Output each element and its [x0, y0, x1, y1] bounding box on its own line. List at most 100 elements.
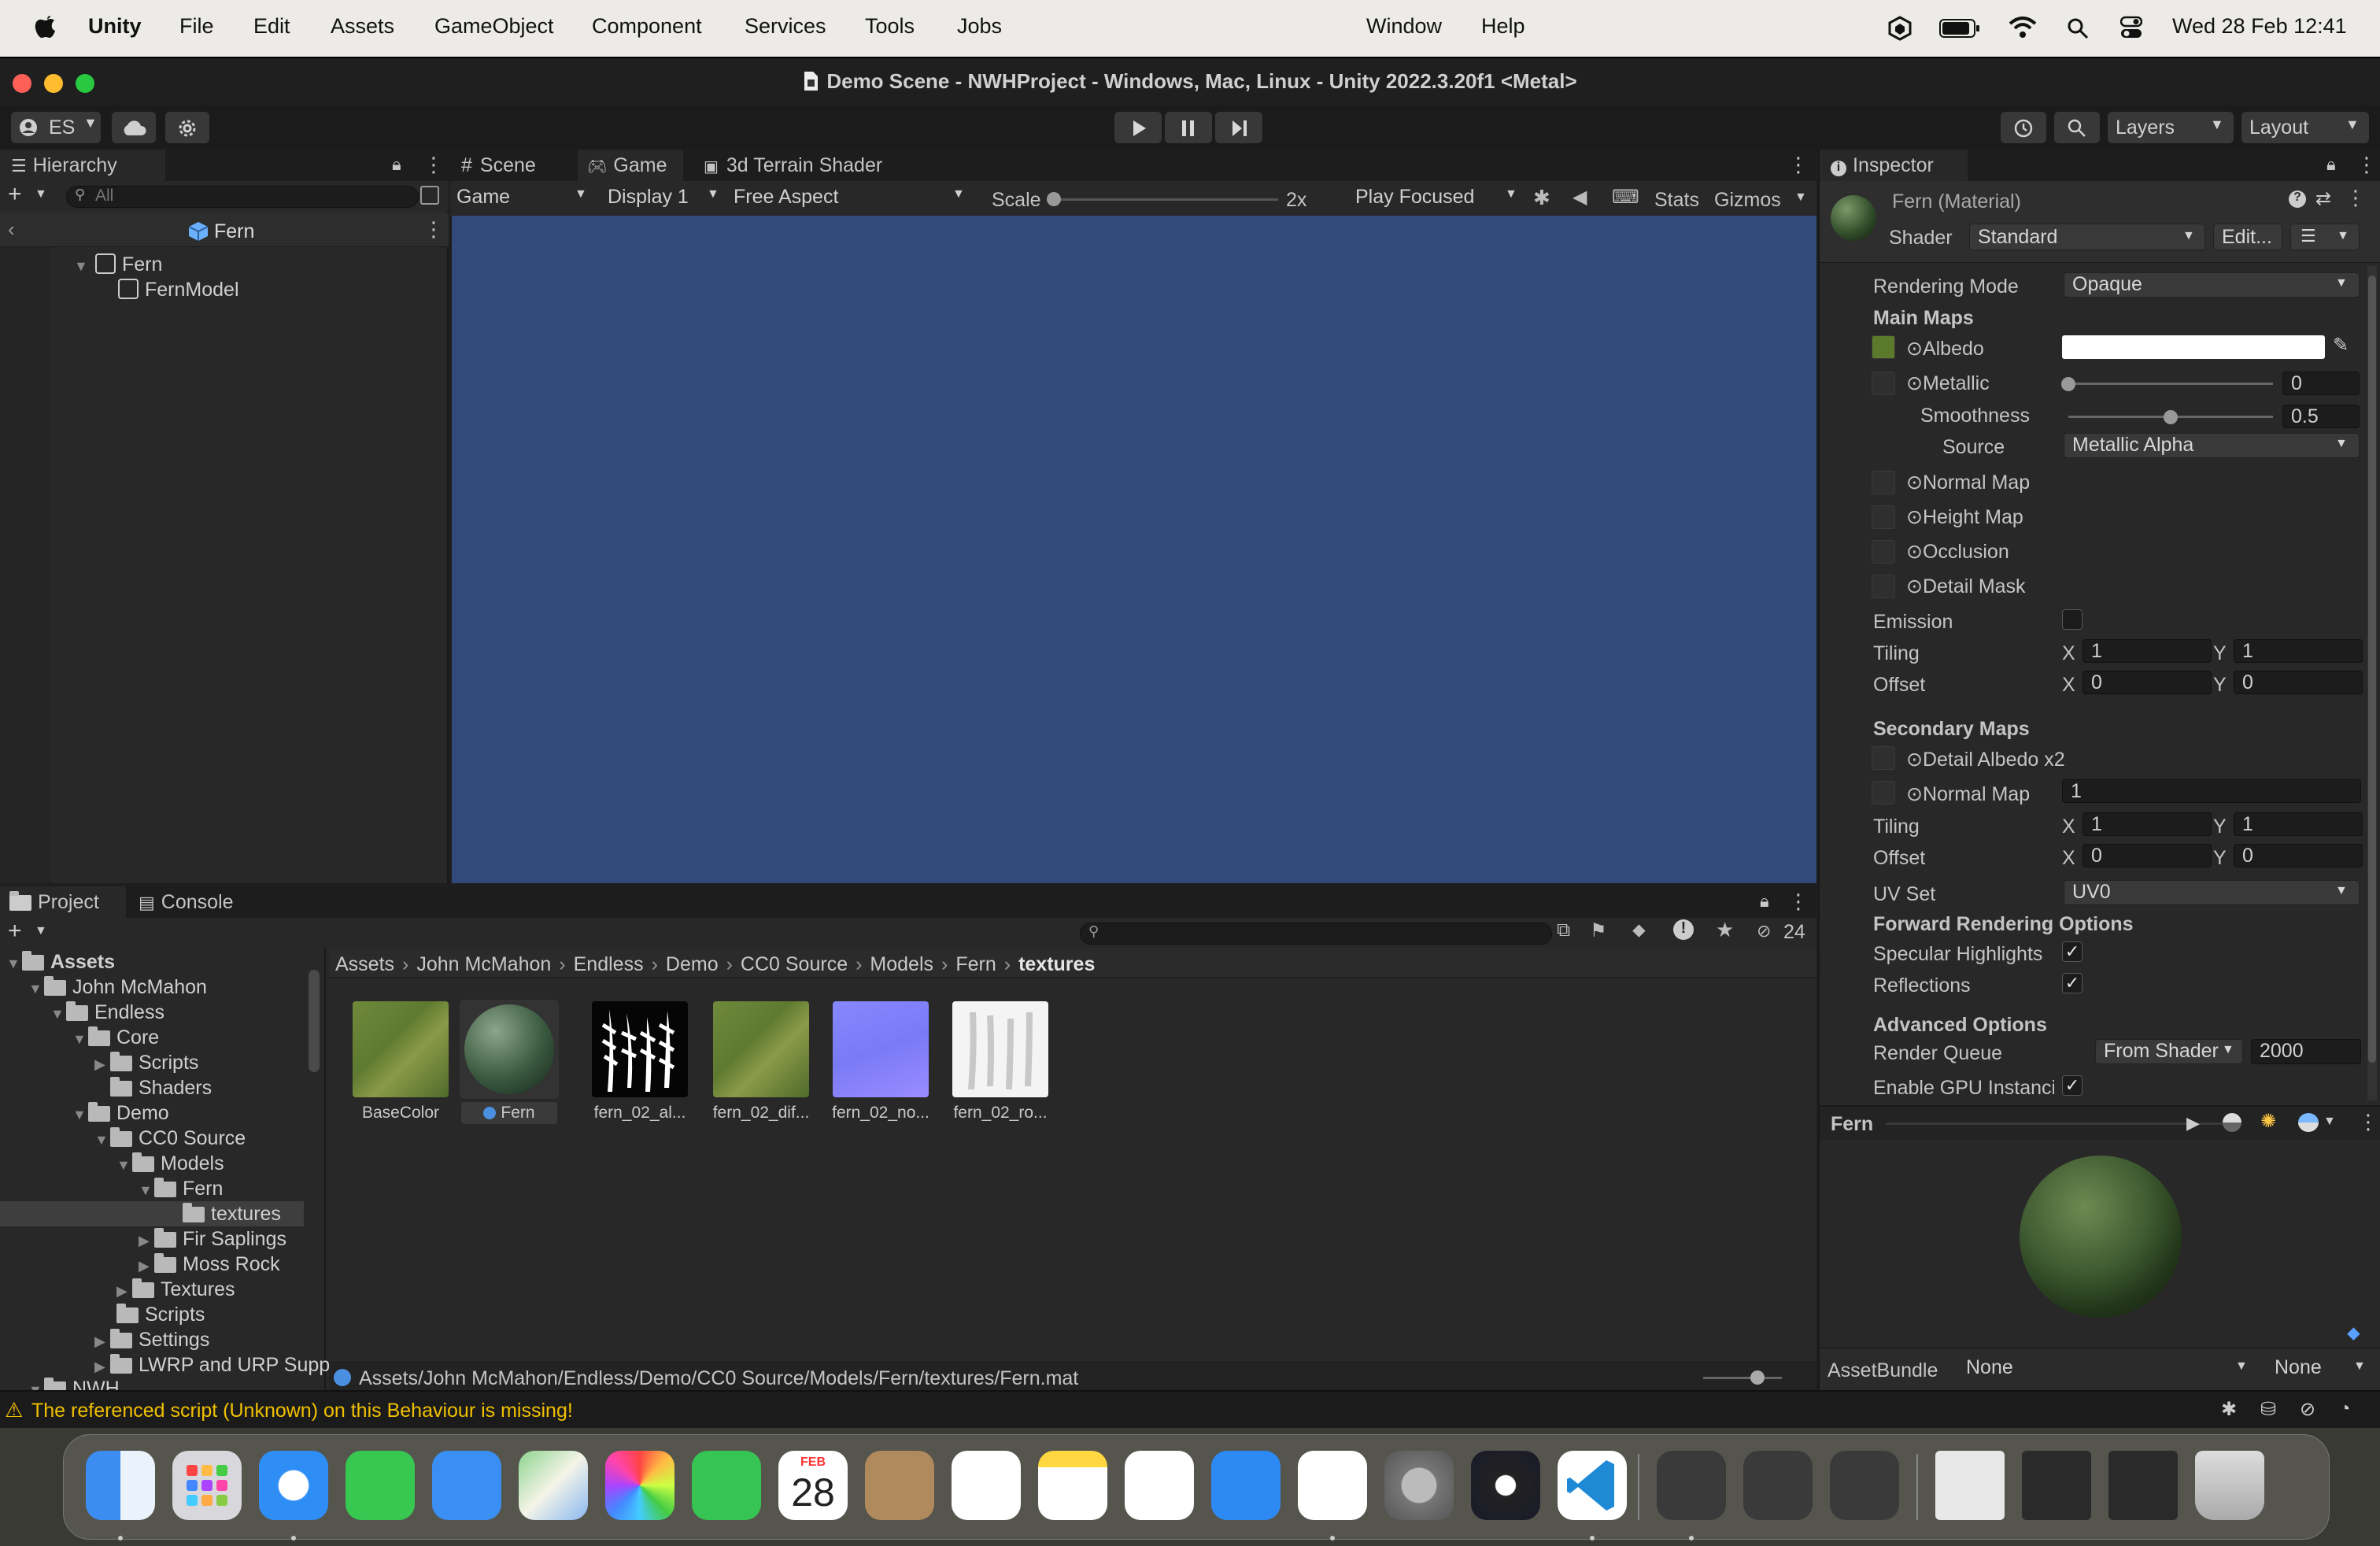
breadcrumb-item[interactable]: CC0 Source [741, 953, 848, 975]
breadcrumb-item[interactable]: Fern [955, 953, 996, 975]
search-filter-icon[interactable] [420, 186, 439, 205]
chevron-down-icon[interactable]: ▼ [35, 924, 47, 938]
spotlight-search-icon[interactable] [2067, 17, 2089, 39]
expand-arrow-icon[interactable]: ▶ [116, 1283, 132, 1300]
render-queue-dropdown[interactable]: From Shader ▼ [2095, 1039, 2243, 1064]
unity-editor-icon[interactable] [1743, 1451, 1813, 1520]
keyboard-icon[interactable]: ⌨ [1612, 186, 1639, 209]
chevron-down-icon[interactable]: ▼ [2323, 1115, 2336, 1129]
expand-arrow-icon[interactable]: ▶ [94, 1056, 110, 1073]
photos-icon[interactable] [605, 1451, 674, 1520]
back-arrow-icon[interactable]: ‹ [8, 217, 15, 242]
tree-item-fern[interactable]: ▼ Fern [139, 1178, 223, 1200]
tab-hierarchy[interactable]: ☰ Hierarchy [0, 150, 165, 181]
warning-filter-icon[interactable]: ! [1673, 919, 1694, 940]
facetime-icon[interactable] [692, 1451, 761, 1520]
tree-item-shaders[interactable]: Shaders [110, 1077, 212, 1100]
collab-settings-button[interactable] [165, 112, 209, 143]
menu-jobs[interactable]: Jobs [957, 14, 1002, 39]
undo-history-button[interactable] [2001, 112, 2046, 143]
lock-icon[interactable]: 🔒︎ [1760, 891, 1769, 912]
kebab-menu-icon[interactable]: ⋮ [2358, 1110, 2378, 1134]
menu-file[interactable]: File [179, 14, 214, 39]
normal-map-slot[interactable] [1872, 471, 1895, 494]
expand-arrow-icon[interactable]: ▼ [139, 1182, 154, 1199]
tab-game[interactable]: 🎮︎ Game [578, 150, 683, 181]
tree-item-textures[interactable]: ▶ Textures [116, 1278, 235, 1301]
cloud-button[interactable] [112, 112, 156, 143]
albedo-texture-slot[interactable] [1872, 335, 1895, 359]
sec-tiling-x-input[interactable]: 1 [2082, 812, 2212, 836]
detail-albedo-slot[interactable] [1872, 746, 1895, 770]
expand-arrow-icon[interactable]: ▼ [116, 1157, 132, 1174]
gpu-instancing-checkbox[interactable]: ✓ [2062, 1075, 2082, 1096]
play-button[interactable] [1114, 112, 1162, 143]
secondary-normal-slot[interactable] [1872, 781, 1895, 804]
sec-offset-y-input[interactable]: 0 [2234, 844, 2363, 867]
tree-item-fir-saplings[interactable]: ▶ Fir Saplings [139, 1228, 286, 1251]
layers-dropdown[interactable]: Layers ▼ [2108, 112, 2234, 143]
tag-icon[interactable]: ⬥ [1632, 919, 1646, 941]
breadcrumb-item[interactable]: Endless [574, 953, 644, 975]
freeform-icon[interactable] [1125, 1451, 1194, 1520]
finder-icon[interactable] [86, 1451, 155, 1520]
unity-status-icon[interactable] [1887, 16, 1913, 41]
expand-arrow-icon[interactable]: ▼ [50, 1006, 66, 1023]
metallic-input[interactable]: 0 [2282, 372, 2360, 395]
preset-icon[interactable]: ⇄ [2315, 187, 2331, 210]
game-viewport[interactable] [452, 216, 1816, 883]
chevron-down-icon[interactable]: ▼ [1794, 190, 1807, 205]
stats-button[interactable]: Stats [1654, 189, 1699, 212]
menubar-clock[interactable]: Wed 28 Feb 12:41 [2172, 14, 2347, 39]
tab-3d-terrain-shader[interactable]: ▣ 3d Terrain Shader [704, 150, 940, 181]
scene-name[interactable]: Fern [214, 220, 254, 243]
kebab-menu-icon[interactable]: ⋮ [1788, 153, 1809, 177]
tree-item-assets[interactable]: ▼ Assets [6, 951, 115, 974]
expand-arrow-icon[interactable]: ▶ [94, 1359, 110, 1375]
assetbundle-variant-dropdown[interactable]: None ▼ [2275, 1356, 2375, 1381]
menu-assets[interactable]: Assets [331, 14, 394, 39]
obs-icon[interactable] [1471, 1451, 1540, 1520]
expand-arrow-icon[interactable]: ▼ [74, 258, 90, 275]
lock-icon[interactable]: 🔒︎ [392, 154, 401, 175]
shader-edit-button[interactable]: Edit... [2213, 224, 2282, 250]
game-view-dropdown[interactable]: Game ▼ [456, 186, 592, 211]
menu-tools[interactable]: Tools [865, 14, 915, 39]
safari-icon[interactable] [259, 1451, 328, 1520]
render-queue-input[interactable]: 2000 [2251, 1039, 2361, 1064]
account-dropdown[interactable]: ES ▼ [11, 112, 101, 143]
apple-icon[interactable] [35, 13, 57, 39]
shader-options-dropdown[interactable]: ☰ ▼ [2290, 224, 2360, 250]
expand-arrow-icon[interactable]: ▼ [28, 1382, 44, 1390]
tree-item-scripts[interactable]: ▶ Scripts [94, 1052, 198, 1074]
tree-item-nwh[interactable]: ▼ NWH [28, 1378, 120, 1390]
expand-arrow-icon[interactable]: ▶ [94, 1333, 110, 1350]
kebab-menu-icon[interactable]: ⋮ [1788, 890, 1809, 914]
hierarchy-search-input[interactable]: ⚲ All [66, 186, 419, 208]
app-store-icon[interactable] [1211, 1451, 1281, 1520]
expand-arrow-icon[interactable]: ▼ [72, 1031, 88, 1048]
play-focused-dropdown[interactable]: Play Focused ▼ [1355, 186, 1521, 211]
height-map-slot[interactable] [1872, 505, 1895, 529]
vscode-icon[interactable] [1558, 1451, 1627, 1520]
expand-arrow-icon[interactable]: ▼ [94, 1132, 110, 1148]
messages-icon[interactable] [346, 1451, 415, 1520]
sec-tiling-y-input[interactable]: 1 [2234, 812, 2363, 836]
preview-skybox-icon[interactable] [2298, 1113, 2319, 1132]
menu-services[interactable]: Services [745, 14, 826, 39]
kebab-menu-icon[interactable]: ⋮ [423, 217, 444, 242]
launchpad-icon[interactable] [172, 1451, 242, 1520]
reminders-icon[interactable] [952, 1451, 1021, 1520]
thumbnail-size-slider[interactable] [1703, 1377, 1782, 1379]
smoothness-slider[interactable] [2068, 410, 2273, 424]
emission-checkbox[interactable] [2062, 609, 2082, 630]
tree-item-textures-selected[interactable]: textures [183, 1203, 281, 1226]
control-center-icon[interactable] [2120, 16, 2142, 39]
kebab-menu-icon[interactable]: ⋮ [2356, 153, 2377, 177]
battery-icon[interactable] [1939, 19, 1980, 38]
trash-icon[interactable] [2195, 1451, 2264, 1520]
asset-thumb-basecolor[interactable] [353, 1001, 449, 1097]
scale-slider-thumb[interactable] [1047, 192, 1061, 206]
expand-arrow-icon[interactable]: ▶ [139, 1233, 154, 1249]
add-icon[interactable]: + [8, 181, 22, 208]
